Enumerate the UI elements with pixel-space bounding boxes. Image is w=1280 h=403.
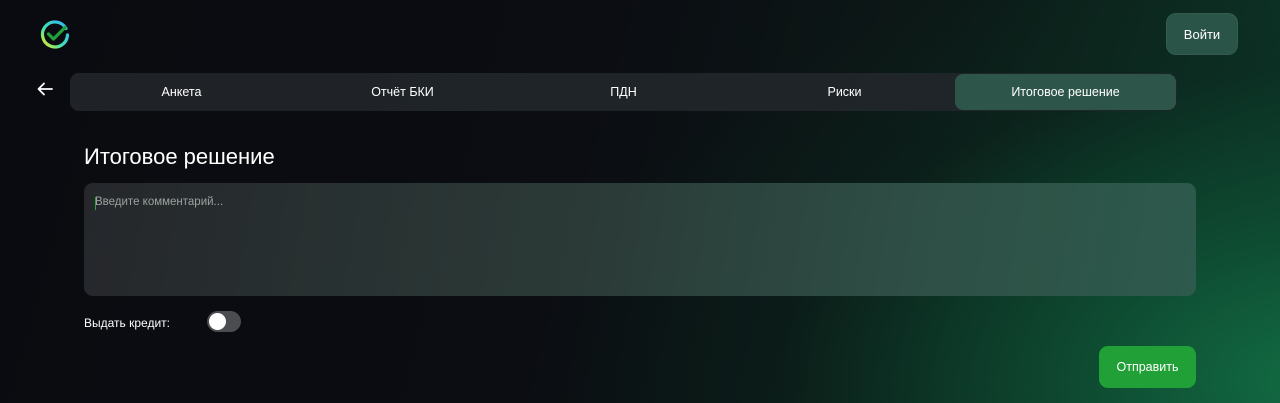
tab-bar: Анкета Отчёт БКИ ПДН Риски Итоговое реше… <box>70 73 1177 111</box>
page-title: Итоговое решение <box>84 144 275 169</box>
toggle-knob <box>209 313 226 330</box>
issue-credit-toggle[interactable] <box>207 311 241 332</box>
login-button[interactable]: Войти <box>1166 13 1238 55</box>
arrow-left-icon[interactable] <box>36 80 54 98</box>
sber-logo-icon <box>40 20 70 49</box>
issue-credit-label: Выдать кредит: <box>84 316 170 330</box>
tab-pdn[interactable]: ПДН <box>513 74 734 110</box>
text-caret <box>95 197 96 210</box>
tab-anketa[interactable]: Анкета <box>71 74 292 110</box>
comment-input[interactable] <box>84 183 1196 296</box>
tab-final-decision[interactable]: Итоговое решение <box>955 74 1176 110</box>
tab-bki-report[interactable]: Отчёт БКИ <box>292 74 513 110</box>
submit-button[interactable]: Отправить <box>1099 346 1196 388</box>
tab-risks[interactable]: Риски <box>734 74 955 110</box>
